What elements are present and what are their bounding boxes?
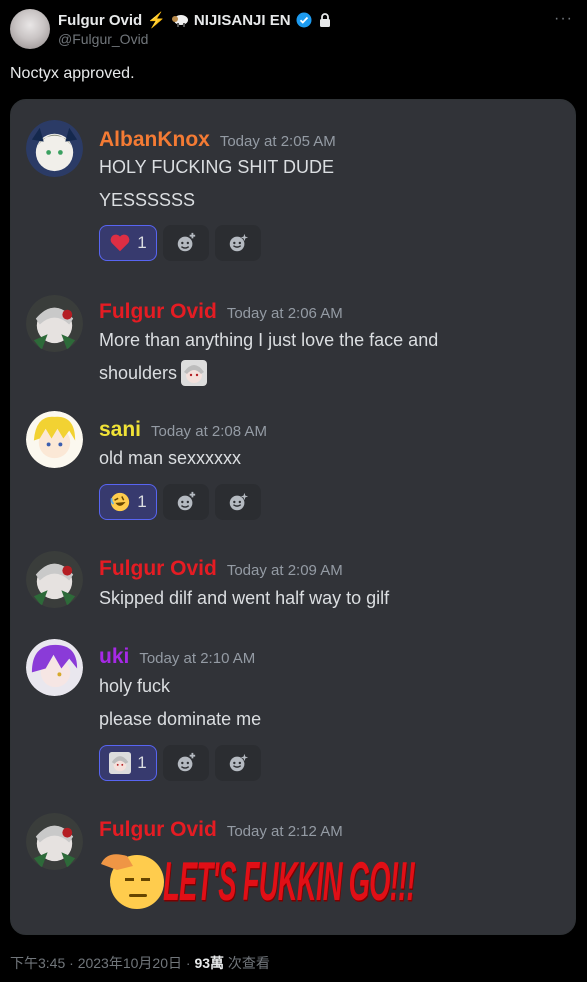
sticker-text: LET'S FUKKIN GO!!! bbox=[163, 852, 416, 913]
add-reaction-button[interactable] bbox=[163, 745, 209, 781]
tweet-footer: 下午3:45 · 2023年10月20日 · 93萬 次查看 bbox=[10, 953, 270, 973]
super-reaction-button[interactable] bbox=[215, 745, 261, 781]
timestamp: Today at 2:10 AM bbox=[139, 650, 256, 667]
username[interactable]: AlbanKnox bbox=[99, 128, 210, 152]
add-reaction-icon bbox=[177, 232, 196, 252]
timestamp: Today at 2:05 AM bbox=[219, 133, 336, 150]
username[interactable]: sani bbox=[99, 418, 141, 442]
uki-avatar bbox=[26, 639, 83, 696]
lock-icon bbox=[319, 13, 330, 27]
add-reaction-button[interactable] bbox=[163, 484, 209, 520]
reaction-fulgur-face[interactable]: 1 bbox=[99, 745, 157, 781]
add-reaction-icon bbox=[177, 491, 196, 511]
message-text: YESSSSSS bbox=[99, 190, 196, 210]
message-text: old man sexxxxxx bbox=[99, 448, 242, 468]
super-reaction-button[interactable] bbox=[215, 484, 261, 520]
fulgur-avatar bbox=[26, 551, 83, 608]
username[interactable]: Fulgur Ovid bbox=[99, 557, 217, 581]
timestamp: Today at 2:09 AM bbox=[226, 562, 343, 579]
post-time[interactable]: 下午3:45 bbox=[10, 955, 65, 971]
discord-screenshot[interactable]: AlbanKnox Today at 2:05 AM HOLY FUCKING … bbox=[10, 99, 576, 935]
username[interactable]: uki bbox=[99, 645, 129, 669]
sheep-icon bbox=[171, 15, 188, 27]
message-text: Skipped dilf and went half way to gilf bbox=[99, 588, 390, 608]
verified-badge-icon[interactable] bbox=[296, 12, 312, 28]
reaction-count: 1 bbox=[137, 492, 147, 511]
username[interactable]: Fulgur Ovid bbox=[99, 300, 217, 324]
timestamp: Today at 2:06 AM bbox=[226, 305, 343, 322]
separator: · bbox=[182, 955, 195, 971]
tweet-text: Noctyx approved. bbox=[10, 65, 135, 82]
reaction-count: 1 bbox=[137, 753, 147, 772]
fulgur-face-emoji-icon bbox=[181, 360, 208, 386]
super-reaction-icon bbox=[229, 492, 249, 511]
saluting-face-emoji-icon bbox=[101, 854, 164, 909]
username[interactable]: Fulgur Ovid bbox=[99, 818, 217, 842]
message-text: shoulders bbox=[99, 362, 178, 383]
separator: · bbox=[65, 955, 78, 971]
fulgur-face-emoji-icon bbox=[109, 752, 132, 774]
super-reaction-button[interactable] bbox=[215, 225, 261, 261]
timestamp: Today at 2:08 AM bbox=[151, 423, 267, 440]
lets-go-sticker: LET'S FUKKIN GO!!! bbox=[97, 844, 416, 914]
post-date[interactable]: 2023年10月20日 bbox=[78, 955, 182, 971]
author-name[interactable]: Fulgur Ovid bbox=[58, 12, 142, 29]
reactions-bar: 1 bbox=[99, 484, 261, 520]
reaction-count: 1 bbox=[137, 233, 147, 252]
views-label: 次查看 bbox=[224, 955, 270, 971]
reaction-heart[interactable]: 1 bbox=[99, 225, 157, 261]
super-reaction-icon bbox=[229, 233, 249, 252]
reaction-rofl[interactable]: 1 bbox=[99, 484, 157, 520]
heart-icon bbox=[110, 234, 130, 252]
tweet-header: Fulgur Ovid ⚡ NIJISANJI EN @Fulgur_Ovid … bbox=[0, 0, 587, 60]
author-avatar[interactable] bbox=[10, 9, 50, 49]
timestamp: Today at 2:12 AM bbox=[226, 823, 343, 840]
rofl-emoji-icon bbox=[110, 492, 130, 512]
more-dots-icon[interactable]: ··· bbox=[554, 10, 573, 28]
author-handle[interactable]: @Fulgur_Ovid bbox=[58, 31, 148, 47]
sani-avatar bbox=[26, 411, 83, 468]
message-text-line: shoulders bbox=[99, 360, 208, 386]
message-text: HOLY FUCKING SHIT DUDE bbox=[99, 157, 335, 177]
reactions-bar: 1 bbox=[99, 745, 261, 781]
fulgur-avatar bbox=[26, 813, 83, 870]
message-text: please dominate me bbox=[99, 709, 262, 729]
reactions-bar: 1 bbox=[99, 225, 261, 261]
lightning-icon: ⚡ bbox=[147, 12, 166, 29]
albanknox-avatar bbox=[26, 120, 83, 177]
view-count: 93萬 bbox=[194, 955, 225, 971]
message-text: holy fuck bbox=[99, 676, 171, 696]
add-reaction-button[interactable] bbox=[163, 225, 209, 261]
fulgur-avatar bbox=[26, 295, 83, 352]
author-name-row[interactable]: Fulgur Ovid ⚡ NIJISANJI EN bbox=[58, 11, 333, 29]
author-suffix: NIJISANJI EN bbox=[193, 11, 291, 29]
add-reaction-icon bbox=[177, 752, 196, 772]
message-text: More than anything I just love the face … bbox=[99, 330, 439, 350]
super-reaction-icon bbox=[229, 753, 249, 772]
